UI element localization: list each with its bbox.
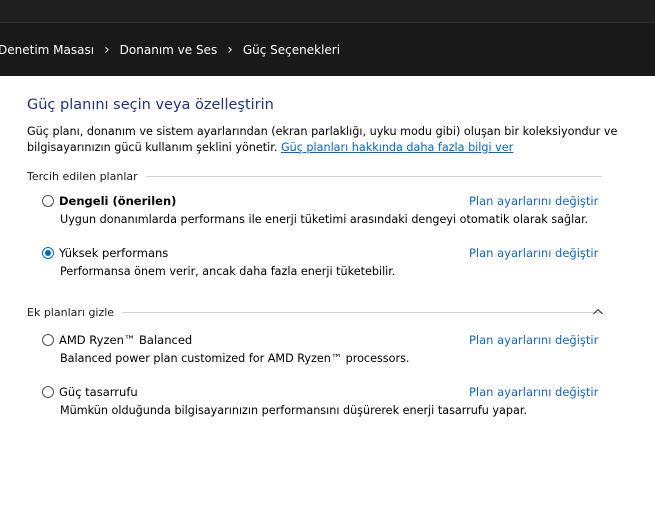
section-divider <box>145 175 602 177</box>
breadcrumb-separator-icon[interactable]: › <box>98 42 116 58</box>
radio-high-performance[interactable] <box>42 247 54 259</box>
plan-description-high-performance: Performansa önem verir, ancak daha fazla… <box>60 265 396 278</box>
plan-row-high-performance[interactable]: Yüksek performans Plan ayarlarını değişt… <box>42 244 602 264</box>
change-plan-settings-link-power-saver[interactable]: Plan ayarlarını değiştir <box>469 385 598 399</box>
plan-name-power-saver[interactable]: Güç tasarrufu <box>59 385 138 399</box>
breadcrumb-separator-icon[interactable]: › <box>221 42 239 58</box>
section-divider <box>122 311 602 313</box>
breadcrumb-item-power-options[interactable]: Güç Seçenekleri <box>239 43 344 57</box>
radio-amd-balanced[interactable] <box>42 334 54 346</box>
description-text: bilgisayarınızın gücü kullanım şeklini y… <box>27 140 281 154</box>
change-plan-settings-link-amd-balanced[interactable]: Plan ayarlarını değiştir <box>469 333 598 347</box>
page-description: Güç planı, donanım ve sistem ayarlarında… <box>27 124 637 155</box>
plan-row-balanced[interactable]: Dengeli (önerilen) Plan ayarlarını değiş… <box>42 192 602 212</box>
change-plan-settings-link-high-performance[interactable]: Plan ayarlarını değiştir <box>469 246 598 260</box>
breadcrumb-item-hardware-sound[interactable]: Donanım ve Ses <box>116 43 222 57</box>
hide-additional-plans-label[interactable]: Ek planları gizle <box>27 306 122 319</box>
address-bar[interactable]: Denetim Masası › Donanım ve Ses › Güç Se… <box>0 22 655 76</box>
preferred-plans-header: Tercih edilen planlar <box>27 168 602 184</box>
plan-description-amd-balanced: Balanced power plan customized for AMD R… <box>60 352 410 365</box>
learn-more-link[interactable]: Güç planları hakkında daha fazla bilgi v… <box>281 141 513 154</box>
plan-name-amd-balanced[interactable]: AMD Ryzen™ Balanced <box>59 333 192 347</box>
plan-row-power-saver[interactable]: Güç tasarrufu Plan ayarlarını değiştir <box>42 383 602 403</box>
additional-plans-header[interactable]: Ek planları gizle <box>27 304 602 320</box>
preferred-plans-label: Tercih edilen planlar <box>27 169 138 183</box>
radio-power-saver[interactable] <box>42 386 54 398</box>
plan-description-power-saver: Mümkün olduğunda bilgisayarınızın perfor… <box>60 404 527 417</box>
plan-row-amd-balanced[interactable]: AMD Ryzen™ Balanced Plan ayarlarını deği… <box>42 331 602 351</box>
chevron-up-icon[interactable] <box>592 306 604 318</box>
change-plan-settings-link-balanced[interactable]: Plan ayarlarını değiştir <box>469 194 598 208</box>
plan-name-balanced[interactable]: Dengeli (önerilen) <box>59 194 176 208</box>
description-line-2: bilgisayarınızın gücü kullanım şeklini y… <box>27 140 637 156</box>
radio-balanced[interactable] <box>42 195 54 207</box>
plan-name-high-performance[interactable]: Yüksek performans <box>59 246 168 260</box>
main-content: Güç planını seçin veya özelleştirin Güç … <box>0 76 655 525</box>
window-title-bar <box>0 0 655 22</box>
description-line-1: Güç planı, donanım ve sistem ayarlarında… <box>27 125 618 138</box>
breadcrumb-item-control-panel[interactable]: Denetim Masası <box>0 43 98 57</box>
page-title: Güç planını seçin veya özelleştirin <box>27 97 274 113</box>
breadcrumb: Denetim Masası › Donanım ve Ses › Güç Se… <box>0 23 344 76</box>
plan-description-balanced: Uygun donanımlarda performans ile enerji… <box>60 213 589 226</box>
